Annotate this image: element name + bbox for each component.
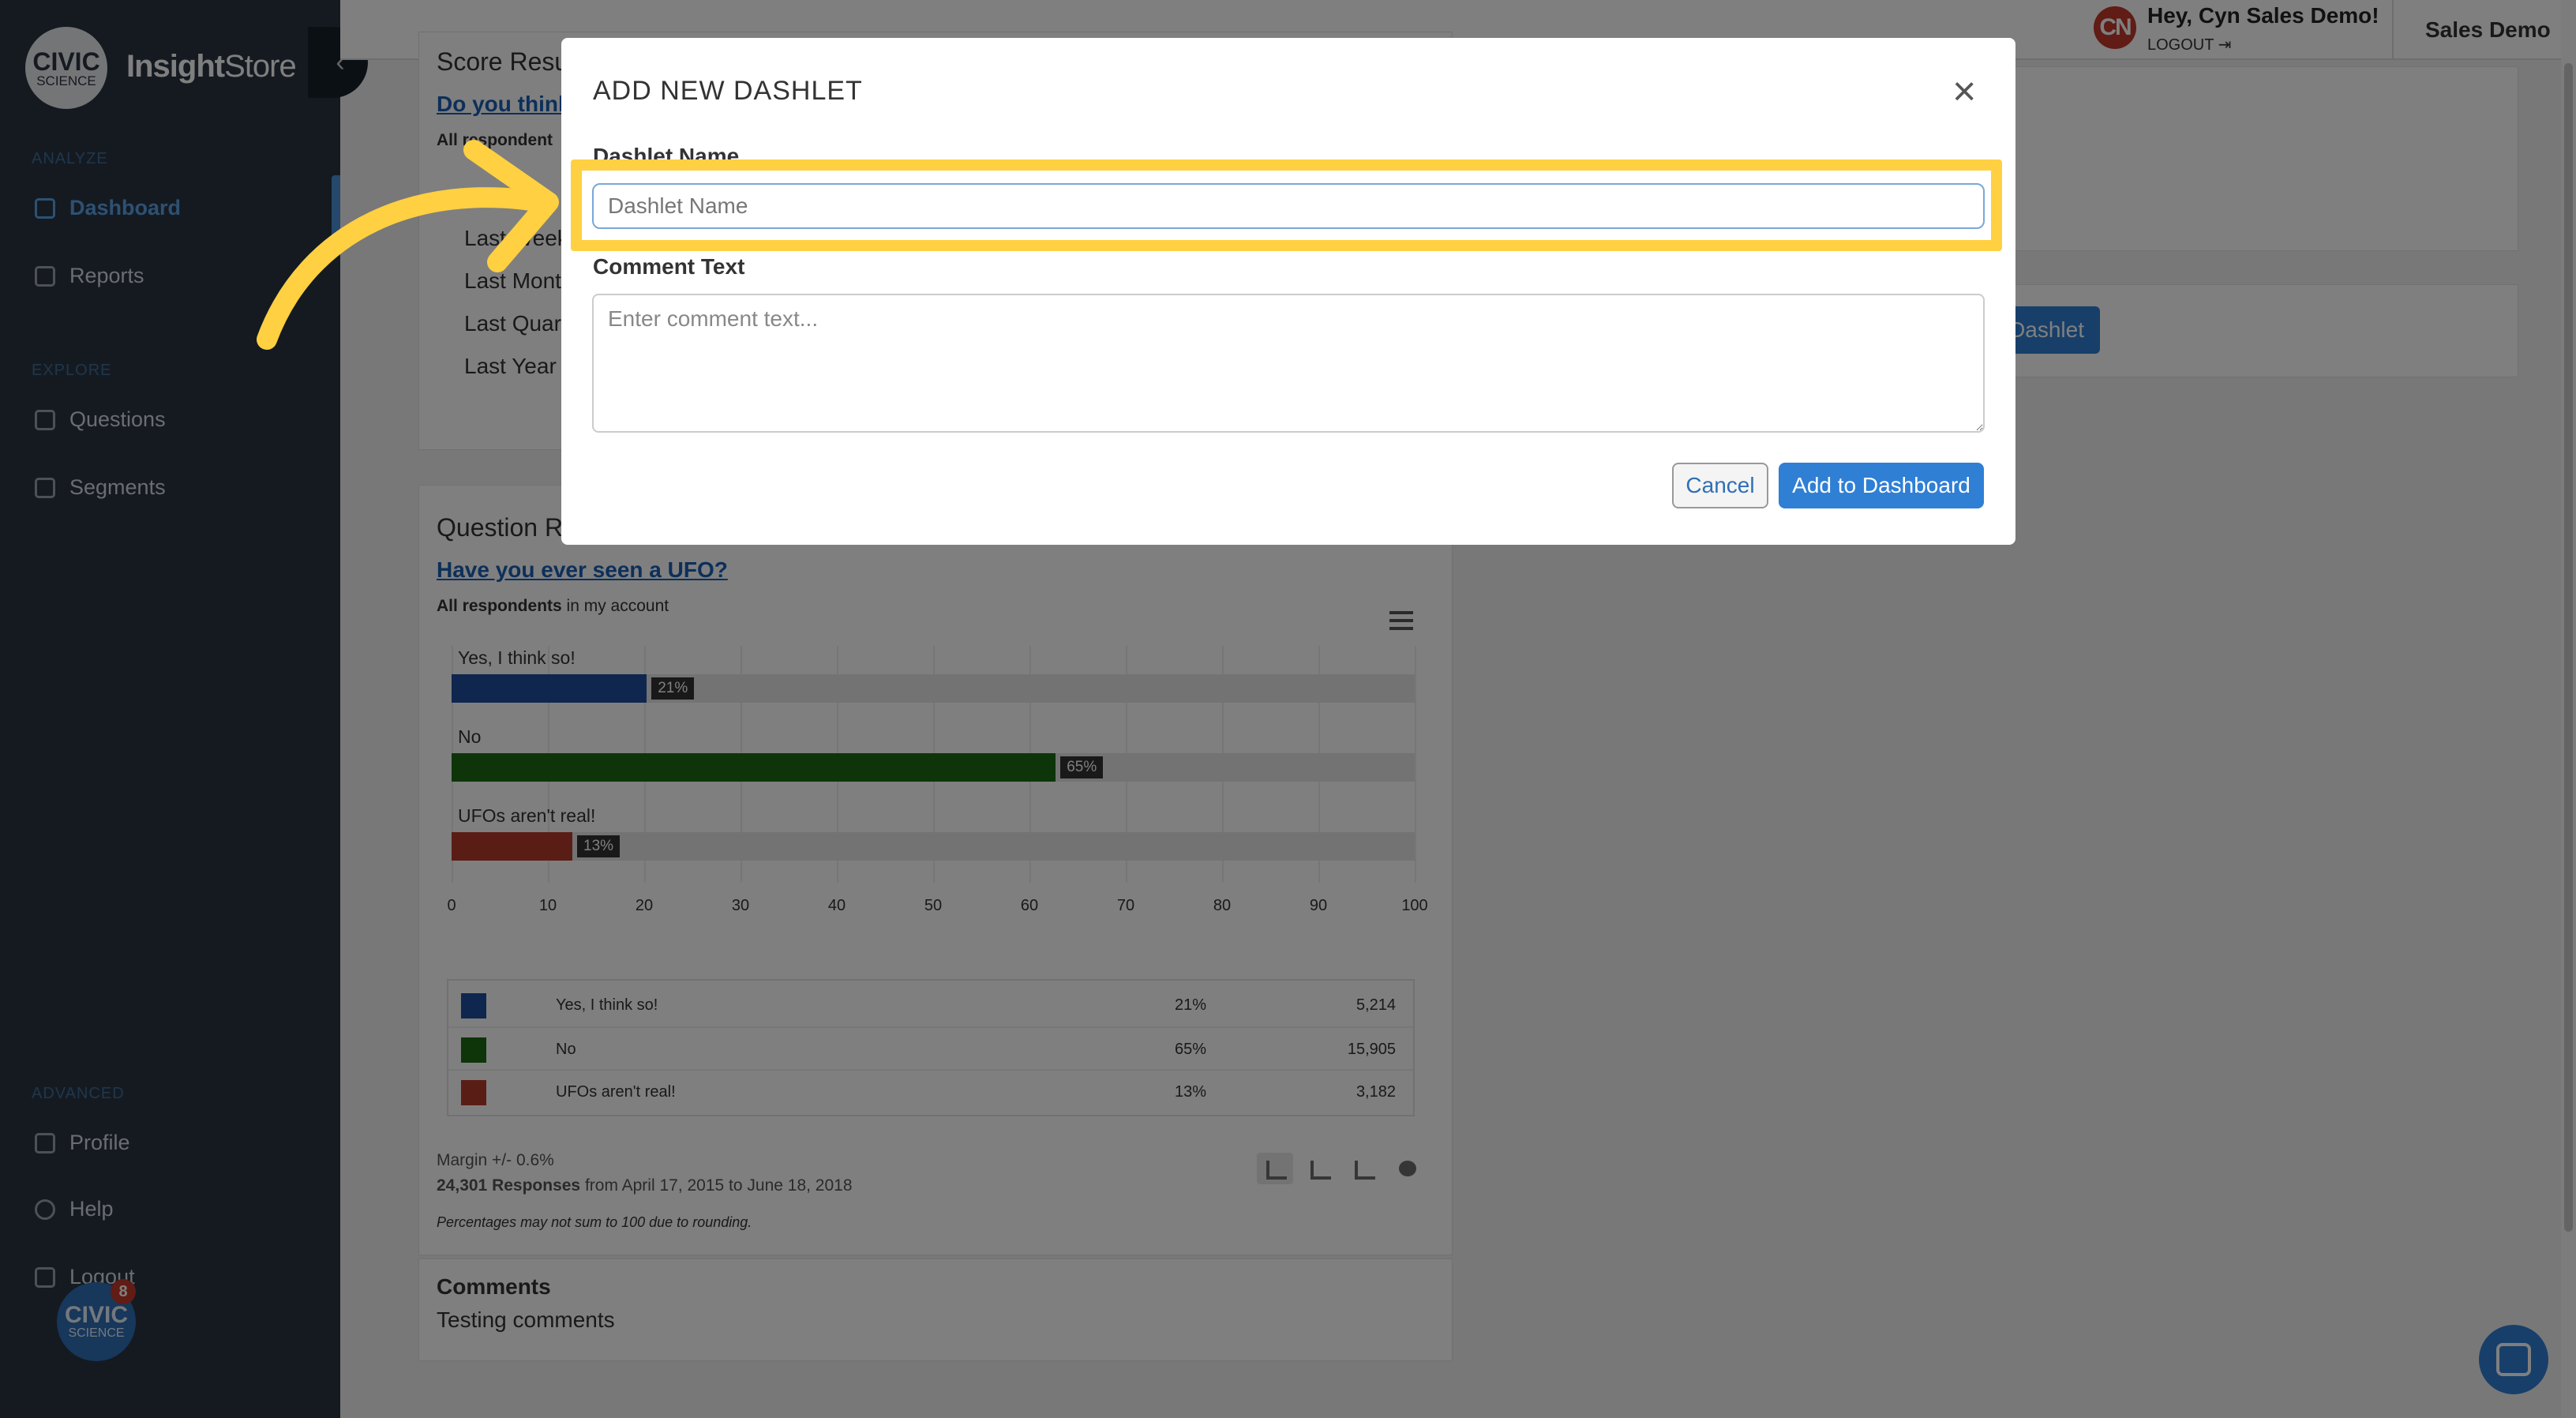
close-icon[interactable]: × [1952, 71, 1976, 112]
cancel-button[interactable]: Cancel [1672, 463, 1768, 508]
modal-title: ADD NEW DASHLET [593, 76, 863, 106]
dashlet-name-input[interactable] [592, 183, 1985, 229]
add-dashlet-modal: ADD NEW DASHLET × Dashlet Name Comment T… [561, 38, 2015, 545]
add-to-dashboard-button[interactable]: Add to Dashboard [1779, 463, 1984, 508]
comment-text-label: Comment Text [593, 254, 745, 279]
comment-text-area[interactable] [592, 294, 1985, 433]
dashlet-name-label: Dashlet Name [593, 144, 740, 168]
